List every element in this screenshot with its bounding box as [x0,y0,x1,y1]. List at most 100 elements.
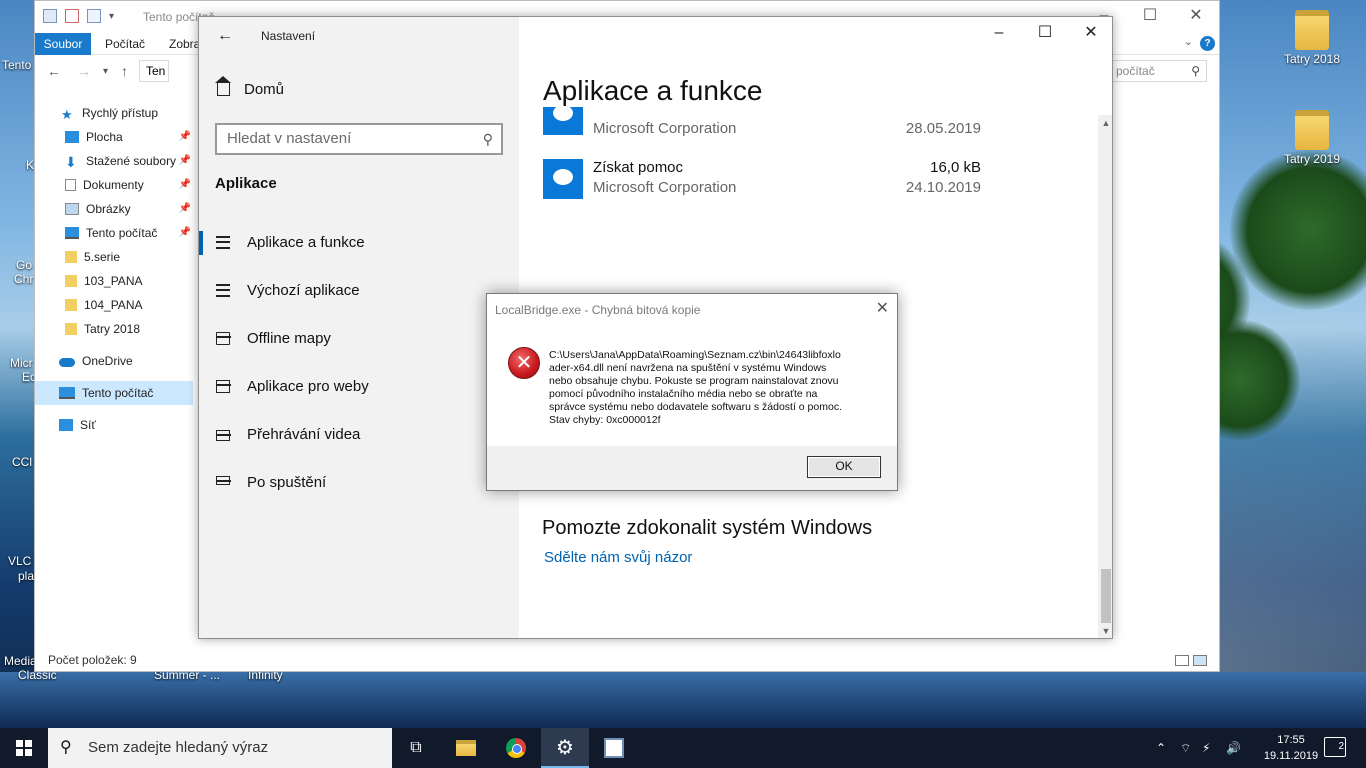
ribbon-expand-icon[interactable]: ⌄ [1184,35,1193,48]
nav-item-folder[interactable]: 5.serie [35,245,193,269]
help-icon[interactable]: ? [1200,36,1215,51]
show-hidden-icons-icon[interactable]: ⌃ [1156,728,1166,768]
nav-item-label: Výchozí aplikace [247,282,360,299]
start-button[interactable] [0,728,48,768]
nav-item-label: Aplikace a funkce [247,234,365,251]
large-icons-view-icon[interactable] [1193,655,1207,666]
taskbar-file-explorer[interactable] [442,728,490,768]
desktop-icon-label-clipped[interactable]: Go [16,258,32,272]
document-icon [65,179,76,191]
pin-icon: 📌 [178,155,191,166]
dialog-footer: OK [487,446,897,490]
clock[interactable]: 17:55 19.11.2019 [1258,732,1324,764]
default-apps-icon [216,284,230,297]
wifi-icon[interactable]: ⌔ [1180,728,1191,768]
app-list-item[interactable]: Microsoft Corporation 28.05.2019 [543,107,983,137]
back-arrow-icon[interactable]: ← [47,63,61,79]
desktop-icon-label-clipped[interactable]: Media [4,654,37,668]
power-icon[interactable]: ⚡ [1202,728,1210,768]
nav-item-label: Tatry 2018 [84,322,141,336]
address-field[interactable]: Ten [139,60,169,82]
nav-item-label: Dokumenty [83,178,144,192]
notifications-button[interactable]: 2 [1324,737,1346,757]
back-arrow-icon[interactable]: ← [217,27,233,45]
folder-icon [65,275,77,287]
error-dialog: LocalBridge.exe - Chybná bitová kopie ✕ … [486,293,898,491]
nav-item-pictures[interactable]: Obrázky 📌 [35,197,193,221]
ribbon-tab-file[interactable]: Soubor [35,33,91,55]
desktop-icon-tatry-2018[interactable]: Tatry 2018 [1272,10,1352,66]
nav-item-offline-maps[interactable]: Offline mapy [199,315,519,363]
nav-item-onedrive[interactable]: OneDrive [35,349,193,373]
details-view-icon[interactable] [1175,655,1189,666]
palm-foliage [1230,150,1366,310]
app-list-item[interactable]: Získat pomoc Microsoft Corporation 16,0 … [543,159,983,209]
nav-item-video-playback[interactable]: Přehrávání videa [199,411,519,459]
maximize-button[interactable]: ☐ [1127,1,1173,31]
desktop-icon-label-clipped[interactable]: CCl [12,455,32,469]
task-view-button[interactable]: ⧉ [392,728,440,768]
minimize-button[interactable]: – [976,17,1022,49]
nav-item-network[interactable]: Síť [35,413,193,437]
maximize-button[interactable]: ☐ [1022,17,1068,49]
nav-item-folder[interactable]: Tatry 2018 [35,317,193,341]
settings-search-placeholder: Hledat v nastavení [227,130,352,147]
properties-icon[interactable] [65,9,79,23]
app-date: 28.05.2019 [905,120,981,137]
forward-arrow-icon[interactable]: → [77,63,91,79]
desktop-icon-label-clipped[interactable]: Tento [2,58,31,72]
nav-item-label: Tento počítač [86,226,158,240]
ok-button[interactable]: OK [807,456,881,478]
search-icon: ⚲ [482,131,493,147]
desktop-icon-label-clipped[interactable]: Chr [14,272,33,286]
scroll-thumb[interactable] [1101,569,1111,623]
volume-icon[interactable]: 🔊 [1226,728,1241,768]
desktop-icon-tatry-2019[interactable]: Tatry 2019 [1272,110,1352,166]
nav-item-quick-access[interactable]: ★ Rychlý přístup [35,101,193,125]
desktop-icon-label-clipped[interactable]: Micr [10,356,33,370]
ribbon-tab-view[interactable]: Zobra [169,33,200,55]
computer-icon [43,9,57,23]
settings-search-input[interactable]: Hledat v nastavení ⚲ [215,123,503,155]
customize-toolbar-icon[interactable]: ▾ [109,11,114,22]
desktop-icon-label-clipped[interactable]: pla [18,569,34,583]
feedback-link[interactable]: Sdělte nám svůj názor [544,549,692,566]
close-button[interactable]: ✕ [1068,17,1112,49]
nav-item-desktop[interactable]: Plocha 📌 [35,125,193,149]
nav-item-folder[interactable]: 103_PANA [35,269,193,293]
nav-item-downloads[interactable]: ⬇ Stažené soubory 📌 [35,149,193,173]
recent-locations-icon[interactable]: ▾ [103,66,108,77]
nav-item-startup[interactable]: Po spuštění [199,459,519,507]
close-button[interactable]: ✕ [1173,1,1219,31]
scroll-up-arrow[interactable]: ▲ [1098,115,1112,131]
taskbar-search[interactable]: ⚲ Sem zadejte hledaný výraz [48,728,392,768]
scroll-down-arrow[interactable]: ▼ [1098,623,1112,638]
ribbon-tab-computer[interactable]: Počítač [105,33,145,55]
nav-item-label: Po spuštění [247,474,327,491]
desktop-icon [65,131,79,143]
taskbar-app[interactable] [590,728,638,768]
taskbar-settings[interactable]: ⚙ [541,728,589,768]
nav-item-label: Stažené soubory [86,154,177,168]
pin-icon: 📌 [178,179,191,190]
taskbar-chrome[interactable] [492,728,540,768]
desktop-icon-label-clipped[interactable]: K [26,158,34,172]
nav-item-label: Rychlý přístup [82,106,159,120]
new-folder-icon[interactable] [87,9,101,23]
nav-item-default-apps[interactable]: Výchozí aplikace [199,267,519,315]
nav-item-apps-features[interactable]: Aplikace a funkce [199,219,519,267]
nav-item-this-pc[interactable]: Tento počítač [35,381,193,405]
explorer-search-placeholder: počítač [1116,64,1155,78]
explorer-search-input[interactable]: počítač ⚲ [1111,60,1207,82]
nav-item-label: Offline mapy [247,330,331,347]
nav-item-folder[interactable]: 104_PANA [35,293,193,317]
home-link[interactable]: Domů [215,76,284,98]
scrollbar[interactable]: ▲ ▼ [1098,115,1112,638]
nav-item-apps-for-websites[interactable]: Aplikace pro weby [199,363,519,411]
close-icon[interactable]: ✕ [876,298,889,318]
up-arrow-icon[interactable]: ↑ [121,63,128,79]
nav-item-label: 103_PANA [84,274,143,288]
nav-item-documents[interactable]: Dokumenty 📌 [35,173,193,197]
desktop-icon-label-clipped[interactable]: VLC [8,554,31,568]
nav-item-this-pc-pinned[interactable]: Tento počítač 📌 [35,221,193,245]
